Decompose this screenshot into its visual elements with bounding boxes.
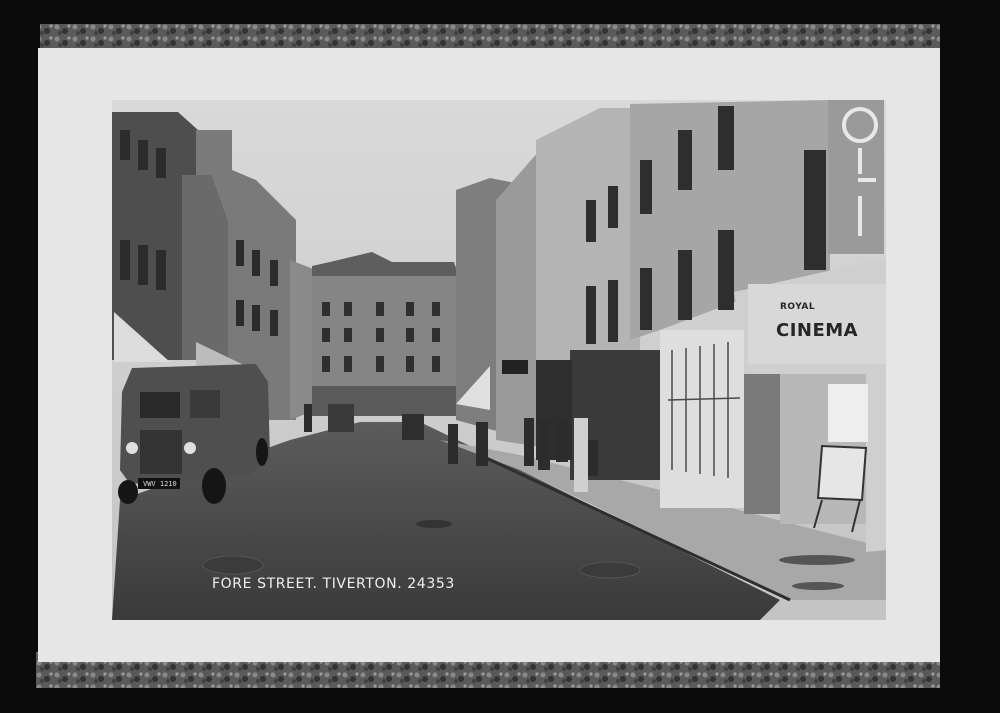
photo-caption: FORE STREET. TIVERTON. 24353 (212, 576, 455, 592)
distant-car (402, 414, 424, 440)
cinema-sign-top: ROYAL (780, 302, 816, 312)
street-scene (112, 100, 886, 620)
photo-frame: ROYAL CINEMA VWV 1210 FORE STREET. TIVER… (0, 0, 1000, 713)
poster-board (816, 444, 868, 502)
textured-edge-top (40, 24, 940, 50)
van-number-plate: VWV 1210 (143, 480, 177, 488)
cinema-sign-main: CINEMA (776, 320, 859, 341)
distant-bus (328, 404, 354, 432)
street-photograph (0, 0, 1000, 713)
